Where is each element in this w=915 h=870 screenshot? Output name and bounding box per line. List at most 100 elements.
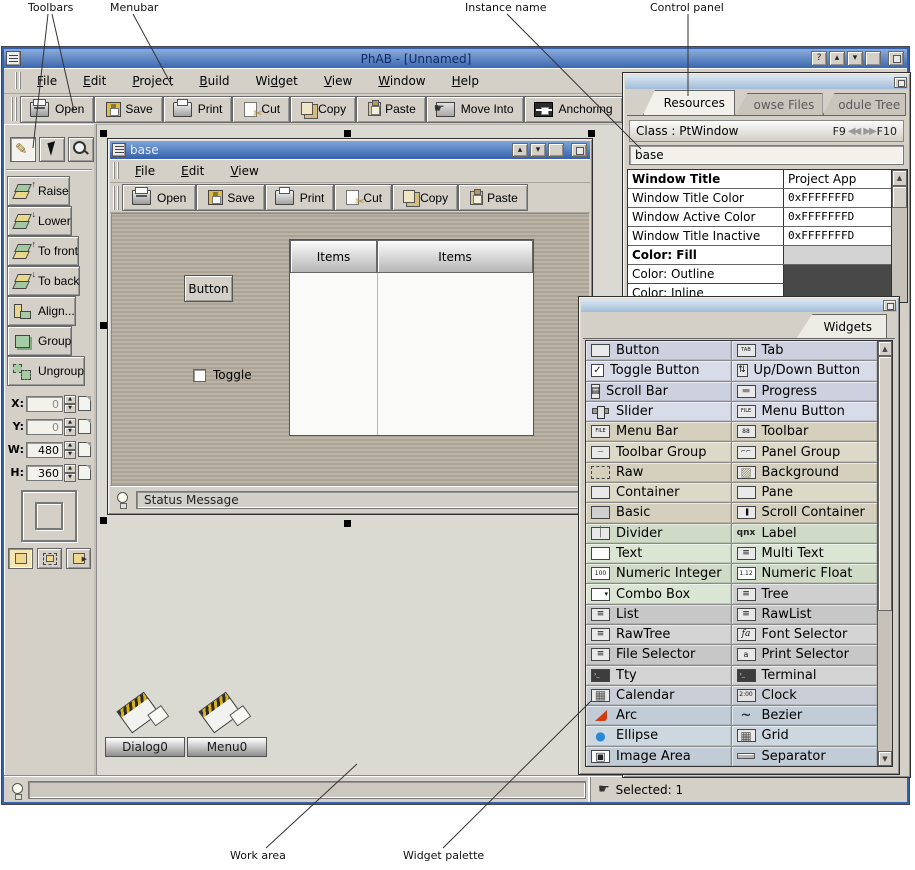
window-menu-button[interactable] [6,51,21,66]
resource-value[interactable] [784,246,891,264]
palette-item-calendar[interactable]: ▦Calendar [586,686,732,705]
list-body[interactable] [290,273,533,435]
palette-item-background[interactable]: ▨Background [732,463,878,482]
selection-handle[interactable] [588,130,595,137]
base-menu-file[interactable]: File [122,161,168,181]
control-panel-window-button[interactable] [894,77,907,88]
list-header-1[interactable]: Items [377,240,533,273]
control-panel-titlebar[interactable] [625,75,908,89]
module-label-dialog0[interactable]: Dialog0 [105,737,185,757]
close-button[interactable] [888,51,904,66]
main-toolbar-button-copy[interactable]: Copy [290,96,356,123]
palette-item-up-down-button[interactable]: ⇅Up/Down Button [732,361,878,380]
list-header-0[interactable]: Items [290,240,377,273]
selection-handle[interactable] [344,130,351,137]
coord-input-x[interactable]: 0 [26,396,63,412]
main-menu-project[interactable]: Project [119,71,186,91]
main-menu-widget[interactable]: Widget [243,71,311,91]
scrollbar-thumb[interactable] [878,356,892,611]
base-toolbar-button-save[interactable]: Save [196,184,264,211]
arrange-button-to-front[interactable]: ↑To front [7,236,79,266]
palette-item-separator[interactable]: Separator [732,747,878,766]
arrange-button-ungroup[interactable]: Ungroup [7,356,85,386]
base-toolbar-button-paste[interactable]: Paste [458,184,528,211]
base-minimize-button[interactable]: ▴ [512,143,528,157]
palette-item-rawlist[interactable]: ≡RawList [732,605,878,624]
palette-item-tree[interactable]: ≡Tree [732,584,878,603]
tab-resources[interactable]: Resources [643,90,735,115]
lock-icon[interactable] [78,442,91,457]
tab-odule-tree[interactable]: odule Tree [823,93,906,115]
coord-input-y[interactable]: 0 [26,419,63,435]
help-button[interactable]: ? [811,51,827,66]
palette-item-scroll-bar[interactable]: ▤Scroll Bar [586,382,732,401]
palette-item-ellipse[interactable]: ●Ellipse [586,726,732,745]
toolbar-grip[interactable] [11,97,17,121]
selection-handle[interactable] [100,130,107,137]
base-design-canvas[interactable]: Button Toggle ItemsItems [111,213,589,487]
anchor-diagram[interactable] [21,490,77,542]
palette-item-bezier[interactable]: ~Bezier [732,706,878,725]
base-window-menu-button[interactable] [112,143,126,157]
widget-palette-titlebar[interactable] [581,299,897,312]
palette-item-list[interactable]: ≡List [586,605,732,624]
magnifier-icon[interactable] [68,137,94,162]
module-label-menu0[interactable]: Menu0 [187,737,267,757]
instance-name-input[interactable]: base [629,145,904,165]
tab-widgets[interactable]: Widgets [796,314,887,338]
spinner-down-icon[interactable]: ▼ [64,404,76,413]
palette-item-toolbar[interactable]: 88Toolbar [732,422,878,441]
base-toolbar-button-cut[interactable]: Cut [334,184,392,211]
designed-button-widget[interactable]: Button [184,275,233,302]
coord-input-w[interactable]: 480 [26,442,63,458]
resource-value[interactable]: 0xFFFFFFFD [784,189,891,207]
scrollbar-thumb[interactable] [892,186,907,208]
palette-item-progress[interactable]: ▬Progress [732,382,878,401]
resource-value[interactable]: 0xFFFFFFFD [784,227,891,245]
main-toolbar-button-save[interactable]: Save [94,96,162,123]
widget-palette-window-button[interactable] [883,300,896,311]
palette-item-slider[interactable]: Slider [586,402,732,421]
minimize-button[interactable]: ▴ [829,51,845,66]
lock-icon[interactable] [78,465,91,480]
palette-item-button[interactable]: Button [586,341,732,360]
base-menubar-grip[interactable] [113,162,119,178]
anchor-mode-button-1[interactable] [8,548,33,569]
anchor-mode-button-3[interactable]: ▶ [66,548,91,569]
selection-handle[interactable] [100,517,107,524]
palette-item-scroll-container[interactable]: ▐Scroll Container [732,503,878,522]
menubar-grip[interactable] [15,72,21,90]
scroll-down-icon[interactable]: ▼ [878,751,892,766]
base-toolbar-button-open[interactable]: Open [122,184,196,211]
base-titlebar[interactable]: base ▴ ▾ [110,141,590,159]
palette-item-combo-box[interactable]: ▾Combo Box [586,584,732,603]
arrange-button-to-back[interactable]: ↓To back [7,266,80,296]
arrange-button-group[interactable]: Group [7,326,72,356]
designed-list-widget[interactable]: ItemsItems [289,239,534,436]
palette-item-label[interactable]: qnxLabel [732,524,878,543]
main-menu-file[interactable]: File [24,71,70,91]
palette-item-container[interactable]: Container [586,483,732,502]
palette-item-pane[interactable]: Pane [732,483,878,502]
main-titlebar[interactable]: PhAB - [Unnamed] ? ▴ ▾ [4,49,907,68]
base-module-window[interactable]: base ▴ ▾ FileEditView OpenSavePrintCutCo… [107,138,593,515]
scroll-up-icon[interactable]: ▲ [878,341,892,356]
coord-spinner-w[interactable]: ▲▼ [64,441,76,458]
palette-item-clock[interactable]: 2:00Clock [732,686,878,705]
resources-scrollbar[interactable]: ▲ [891,170,907,302]
next-widget-icon[interactable]: ▶▶ [863,126,874,137]
main-toolbar-button-paste[interactable]: Paste [356,96,426,123]
arrange-button-raise[interactable]: ↑Raise [7,176,70,206]
palette-item-menu-button[interactable]: FILEMenu Button [732,402,878,421]
palette-item-terminal[interactable]: ›_Terminal [732,666,878,685]
main-toolbar-button-open[interactable]: Open [20,96,94,123]
toggle-checkbox[interactable] [193,369,206,382]
base-restore-button[interactable] [548,143,564,157]
coord-spinner-h[interactable]: ▲▼ [64,464,76,481]
base-toolbar-button-copy[interactable]: Copy [392,184,458,211]
base-toolbar-button-print[interactable]: Print [265,184,335,211]
coord-spinner-y[interactable]: ▲▼ [64,418,76,435]
spinner-down-icon[interactable]: ▼ [64,473,76,482]
base-maximize-button[interactable]: ▾ [530,143,546,157]
spinner-up-icon[interactable]: ▲ [64,464,76,473]
